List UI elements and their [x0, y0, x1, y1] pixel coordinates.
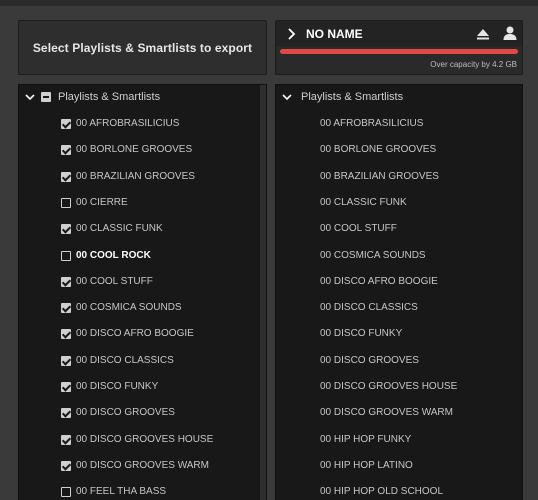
chevron-down-icon[interactable]	[282, 92, 292, 102]
eject-icon[interactable]	[476, 27, 490, 41]
device-panel: NO NAME Over capacity by 4.2 GB	[275, 20, 523, 75]
playlist-row[interactable]: 00 COOL STUFF	[19, 272, 266, 292]
device-playlist-row[interactable]: 00 DISCO CLASSICS	[276, 298, 522, 318]
playlist-row[interactable]: 00 DISCO AFRO BOOGIE	[19, 324, 266, 344]
select-playlists-export-button[interactable]: Select Playlists & Smartlists to export	[18, 20, 267, 75]
export-button-label: Select Playlists & Smartlists to export	[32, 40, 253, 55]
playlist-row[interactable]: 00 CIERRE	[19, 193, 266, 213]
device-playlist-label: 00 DISCO GROOVES HOUSE	[320, 381, 458, 392]
capacity-bar	[280, 49, 518, 54]
checkbox-checked[interactable]	[61, 382, 71, 392]
playlist-label: 00 DISCO FUNKY	[76, 381, 159, 392]
playlist-label: 00 BORLONE GROOVES	[76, 144, 193, 156]
playlist-label: 00 COOL ROCK	[76, 249, 151, 261]
checkbox-checked[interactable]	[61, 355, 71, 366]
playlist-label: 00 COSMICA SOUNDS	[76, 302, 182, 314]
playlist-label: 00 BRAZILIAN GROOVES	[76, 170, 195, 182]
user-icon[interactable]	[502, 25, 518, 41]
checkbox-checked[interactable]	[61, 303, 71, 314]
checkbox-checked[interactable]	[61, 224, 71, 235]
chevron-right-icon[interactable]	[286, 28, 296, 40]
device-playlist-label: 00 BRAZILIAN GROOVES	[320, 170, 439, 182]
device-playlist-row[interactable]: 00 DISCO GROOVES	[276, 351, 522, 371]
playlist-row[interactable]: 00 DISCO GROOVES	[19, 403, 266, 423]
device-playlist-row[interactable]: 00 DISCO AFRO BOOGIE	[276, 272, 522, 292]
playlist-row[interactable]: 00 COOL ROCK	[19, 246, 266, 266]
chevron-down-icon[interactable]	[25, 92, 35, 102]
checkbox-checked[interactable]	[61, 119, 71, 129]
playlist-row[interactable]: 00 DISCO FUNKY	[19, 377, 266, 397]
device-playlist-label: 00 HIP HOP OLD SCHOOL	[320, 486, 444, 498]
playlist-label: 00 DISCO GROOVES WARM	[76, 459, 209, 471]
device-playlist-label: 00 HIP HOP FUNKY	[320, 433, 412, 445]
capacity-status: Over capacity by 4.2 GB	[430, 60, 517, 69]
device-playlist-label: 00 CLASSIC FUNK	[320, 196, 407, 208]
checkbox-checked[interactable]	[61, 276, 71, 287]
left-tree-header[interactable]: Playlists & Smartlists	[19, 89, 266, 105]
device-playlist-row[interactable]: 00 HIP HOP FUNKY	[276, 430, 522, 450]
device-playlist-label: 00 HIP HOP LATINO	[320, 459, 413, 471]
checkbox-checked[interactable]	[61, 329, 71, 340]
playlist-label: 00 CIERRE	[76, 196, 128, 208]
right-tree-label: Playlists & Smartlists	[301, 91, 404, 103]
checkbox-unchecked[interactable]	[61, 197, 71, 208]
device-playlist-row[interactable]: 00 COSMICA SOUNDS	[276, 246, 522, 266]
device-name: NO NAME	[306, 27, 363, 41]
playlist-label: 00 CLASSIC FUNK	[76, 223, 163, 235]
device-playlist-row[interactable]: 00 HIP HOP LATINO	[276, 456, 522, 476]
checkbox-checked[interactable]	[61, 460, 71, 471]
device-playlist-row[interactable]: 00 HIP HOP OLD SCHOOL	[276, 482, 522, 500]
playlist-label: 00 DISCO CLASSICS	[76, 354, 174, 366]
device-playlist-label: 00 DISCO GROOVES	[320, 354, 419, 366]
source-playlist-panel: Playlists & Smartlists 00 AFROBRASILICIU…	[18, 84, 267, 500]
checkbox-checked[interactable]	[61, 408, 71, 419]
playlist-row[interactable]: 00 DISCO GROOVES WARM	[19, 456, 266, 476]
playlist-row[interactable]: 00 CLASSIC FUNK	[19, 219, 266, 239]
playlist-row[interactable]: 00 DISCO CLASSICS	[19, 351, 266, 371]
checkbox-checked[interactable]	[61, 145, 71, 156]
device-playlist-label: 00 DISCO AFRO BOOGIE	[320, 275, 438, 287]
device-playlist-label: 00 DISCO CLASSICS	[320, 302, 418, 314]
playlist-row[interactable]: 00 FEEL THA BASS	[19, 482, 266, 500]
playlist-row[interactable]: 00 DISCO GROOVES HOUSE	[19, 430, 266, 450]
device-playlist-row[interactable]: 00 BORLONE GROOVES	[276, 140, 522, 160]
device-playlist-row[interactable]: 00 DISCO FUNKY	[276, 324, 522, 344]
device-playlist-row[interactable]: 00 BRAZILIAN GROOVES	[276, 167, 522, 187]
playlist-label: 00 DISCO GROOVES HOUSE	[76, 433, 214, 445]
playlist-label: 00 DISCO AFRO BOOGIE	[76, 328, 194, 340]
device-playlist-label: 00 COOL STUFF	[320, 223, 397, 235]
device-playlist-row[interactable]: 00 DISCO GROOVES WARM	[276, 403, 522, 423]
device-playlist-label: 00 DISCO GROOVES WARM	[320, 407, 453, 419]
playlist-label: 00 DISCO GROOVES	[76, 407, 175, 419]
partial-select-checkbox[interactable]	[41, 92, 51, 102]
right-tree-header[interactable]: Playlists & Smartlists	[276, 89, 522, 105]
playlist-row[interactable]: 00 BRAZILIAN GROOVES	[19, 167, 266, 187]
checkbox-checked[interactable]	[61, 171, 71, 182]
left-scrollbar[interactable]	[260, 85, 266, 500]
device-playlist-label: 00 BORLONE GROOVES	[320, 144, 437, 156]
playlist-row[interactable]: 00 AFROBRASILICIUS	[19, 114, 266, 134]
playlist-row[interactable]: 00 COSMICA SOUNDS	[19, 298, 266, 318]
left-tree-label: Playlists & Smartlists	[58, 91, 161, 103]
device-playlist-panel: Playlists & Smartlists 00 AFROBRASILICIU…	[275, 84, 523, 500]
device-playlist-label: 00 DISCO FUNKY	[320, 328, 403, 340]
playlist-row[interactable]: 00 BORLONE GROOVES	[19, 140, 266, 160]
playlist-label: 00 FEEL THA BASS	[76, 486, 167, 498]
device-playlist-row[interactable]: 00 AFROBRASILICIUS	[276, 114, 522, 134]
device-playlist-row[interactable]: 00 DISCO GROOVES HOUSE	[276, 377, 522, 397]
device-header: NO NAME	[276, 21, 522, 47]
device-playlist-row[interactable]: 00 COOL STUFF	[276, 219, 522, 239]
window-top-strip	[0, 0, 538, 6]
device-playlist-label: 00 COSMICA SOUNDS	[320, 249, 426, 261]
checkbox-unchecked[interactable]	[61, 487, 71, 498]
checkbox-unchecked[interactable]	[61, 250, 71, 261]
playlist-label: 00 COOL STUFF	[76, 275, 153, 287]
checkbox-checked[interactable]	[61, 434, 71, 445]
playlist-label: 00 AFROBRASILICIUS	[76, 118, 180, 129]
device-playlist-row[interactable]: 00 CLASSIC FUNK	[276, 193, 522, 213]
device-playlist-label: 00 AFROBRASILICIUS	[320, 118, 424, 129]
